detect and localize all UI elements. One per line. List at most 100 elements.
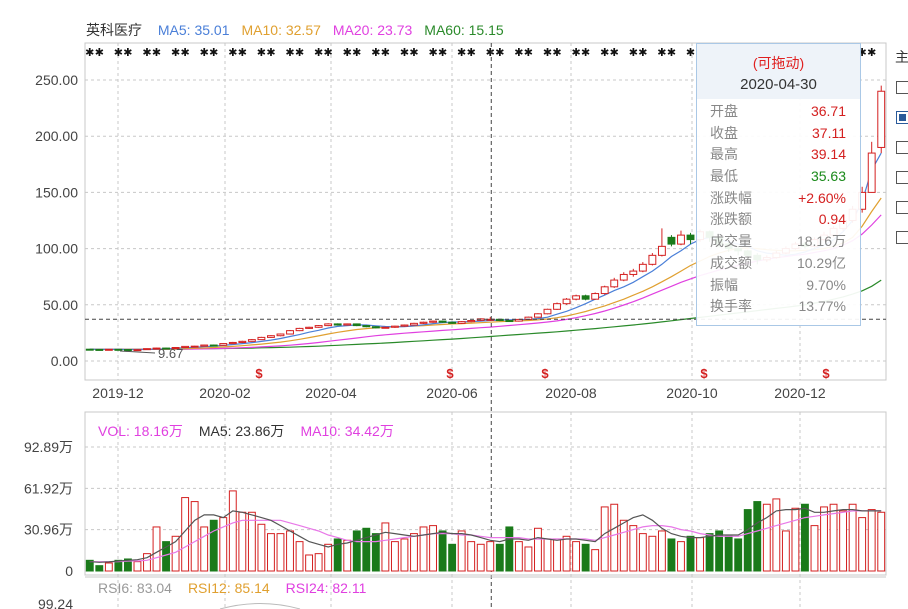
candle — [133, 349, 142, 352]
panel-checkbox[interactable] — [896, 171, 908, 184]
tooltip-row: 收盘 37.11 — [697, 123, 860, 145]
tooltip-row-value: 18.16万 — [796, 233, 846, 250]
event-marker: ✱ — [514, 47, 523, 59]
candle — [333, 323, 342, 326]
volume-bar — [476, 543, 485, 572]
tooltip-row-value: 36.71 — [810, 103, 846, 119]
volume-bar — [209, 519, 218, 572]
main-legend-item-2: MA20: 23.73 — [332, 22, 413, 38]
event-marker: ✱ — [343, 47, 352, 59]
rsi-line — [219, 603, 301, 609]
vol-tick-label: 61.92万 — [24, 480, 73, 496]
volume-bar — [762, 503, 771, 572]
event-marker: ✱ — [400, 47, 409, 59]
event-marker: ✱ — [867, 47, 876, 59]
event-marker: ✱ — [571, 47, 580, 59]
volume-bar — [657, 530, 666, 572]
event-marker: ✱ — [686, 47, 695, 59]
main-legend-item-3: MA60: 15.15 — [424, 22, 504, 38]
event-marker: ✱ — [467, 47, 476, 59]
volume-bar — [104, 562, 113, 572]
volume-bar — [247, 511, 256, 572]
volume-bar — [305, 554, 314, 572]
candle — [238, 340, 247, 343]
rsi-tick-label: 99.24 — [38, 596, 73, 609]
tooltip-row-value: 13.77% — [798, 298, 846, 315]
dividend-marker: $ — [255, 366, 263, 381]
vol-tick-label: 30.96万 — [24, 522, 73, 538]
y-tick-label: 0.00 — [51, 353, 78, 369]
event-marker: ✱ — [95, 47, 104, 59]
panel-checkbox[interactable] — [896, 201, 908, 214]
event-marker: ✱ — [85, 47, 94, 59]
tooltip-row-label: 最低 — [710, 168, 738, 185]
candle — [400, 324, 409, 327]
volume-bar — [629, 525, 638, 572]
volume-bar — [457, 530, 466, 572]
candle — [381, 326, 390, 329]
event-marker: ✱ — [667, 47, 676, 59]
candle — [429, 320, 437, 323]
candle — [610, 279, 619, 288]
candle — [247, 339, 256, 342]
x-tick-label: 2020-10 — [666, 385, 718, 401]
candle — [677, 234, 685, 245]
volume-bar — [715, 530, 724, 572]
panel-checkbox-selected[interactable] — [896, 111, 908, 124]
tooltip-row: 成交额 10.29亿 — [697, 253, 860, 275]
tooltip-row-label: 最高 — [710, 146, 738, 163]
min-price-marker: 9.67 — [158, 346, 183, 361]
right-panel: 主 — [887, 43, 908, 244]
candle — [114, 348, 123, 351]
event-marker: ✱ — [123, 47, 132, 59]
tooltip-row: 涨跌幅 +2.60% — [697, 188, 860, 210]
event-marker: ✱ — [295, 47, 304, 59]
volume-bar — [801, 503, 809, 572]
volume-bar — [638, 533, 647, 572]
candle — [352, 323, 361, 327]
volume-bar — [495, 543, 504, 572]
candle — [305, 326, 314, 329]
tooltip-row-label: 涨跌幅 — [710, 189, 752, 206]
event-marker: ✱ — [200, 47, 209, 59]
volume-bar — [524, 546, 533, 572]
candle — [209, 344, 218, 347]
data-tooltip[interactable]: (可拖动) 2020-04-30 开盘 36.71 收盘 37.11 最高 39.14 最低… — [696, 43, 861, 326]
volume-bar — [467, 541, 476, 572]
volume-bar — [362, 527, 371, 572]
event-marker: ✱ — [181, 47, 190, 59]
panel-checkbox[interactable] — [896, 81, 908, 94]
candle — [390, 325, 399, 328]
candle — [457, 321, 466, 324]
candle — [219, 343, 228, 346]
x-tick-label: 2020-02 — [199, 385, 251, 401]
x-tick-label: 2020-06 — [426, 385, 478, 401]
tooltip-drag-label[interactable]: (可拖动) — [697, 44, 860, 73]
main-legend-item-1: MA10: 32.57 — [241, 22, 321, 38]
tooltip-row: 涨跌额 0.94 — [697, 209, 860, 231]
candle — [143, 348, 151, 351]
volume-bar — [667, 538, 676, 572]
candle — [190, 345, 199, 348]
tooltip-row: 最低 35.63 — [697, 166, 860, 188]
panel-checkbox[interactable] — [896, 231, 908, 244]
candle — [867, 152, 876, 193]
panel-checkbox[interactable] — [896, 141, 908, 154]
event-marker: ✱ — [638, 47, 647, 59]
volume-bar — [324, 543, 333, 572]
event-marker: ✱ — [581, 47, 590, 59]
volume-bar — [581, 543, 590, 572]
stock-name: 英科医疗 — [86, 22, 142, 38]
volume-bar — [743, 509, 752, 572]
vol-legend-item-2: MA10: 34.42万 — [300, 423, 394, 439]
volume-bar — [781, 530, 790, 572]
right-panel-label: 主 — [895, 49, 908, 65]
candle — [343, 323, 352, 326]
event-marker: ✱ — [266, 47, 275, 59]
volume-bar — [371, 533, 380, 572]
event-marker: ✱ — [486, 47, 495, 59]
event-marker: ✱ — [600, 47, 609, 59]
volume-bar — [381, 522, 390, 572]
volume-bar — [534, 527, 542, 572]
main-legend: 英科医疗 MA5: 35.01 MA10: 32.57 MA20: 23.73 MA6… — [86, 20, 504, 40]
